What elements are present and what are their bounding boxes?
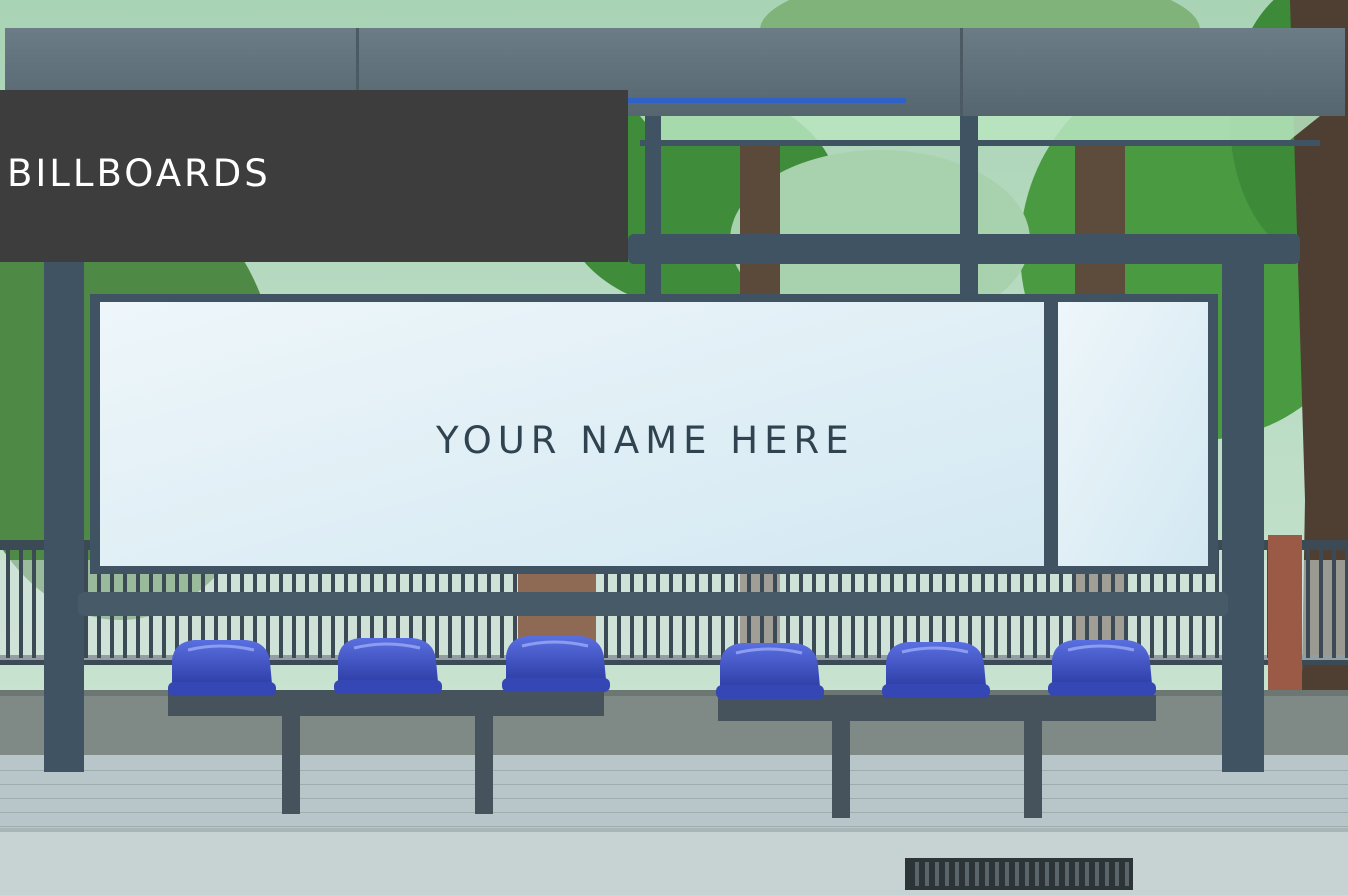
bench-leg xyxy=(475,706,493,814)
blue-seat xyxy=(168,640,276,696)
shelter-post xyxy=(1222,262,1264,772)
paver-line xyxy=(0,784,1348,785)
curb xyxy=(0,828,1348,895)
bench-leg xyxy=(282,706,300,814)
grate-slat xyxy=(1075,862,1079,886)
grate-slat xyxy=(1095,862,1099,886)
grate-slat xyxy=(1065,862,1069,886)
blue-seat xyxy=(334,638,442,694)
lower-rail xyxy=(78,592,1228,616)
grate-slat xyxy=(985,862,989,886)
bus-stop-photo: BILLBOARDS YOUR NAME HERE xyxy=(0,0,1348,895)
paver-line xyxy=(0,812,1348,813)
blue-seat xyxy=(882,642,990,698)
billboard-text: YOUR NAME HERE xyxy=(436,419,855,462)
grate-slat xyxy=(1115,862,1119,886)
grate-slat xyxy=(955,862,959,886)
grate-slat xyxy=(965,862,969,886)
blue-seat xyxy=(716,643,824,699)
blue-seat xyxy=(502,636,610,692)
grate-slat xyxy=(1015,862,1019,886)
upper-rail xyxy=(628,234,1300,264)
grate-slat xyxy=(1105,862,1109,886)
grate-slat xyxy=(975,862,979,886)
shelter-post xyxy=(44,262,84,772)
bench-leg xyxy=(832,712,850,818)
grate-slat xyxy=(915,862,919,886)
grate-slat xyxy=(995,862,999,886)
grate-slat xyxy=(945,862,949,886)
grate-slat xyxy=(1125,862,1129,886)
grate-slat xyxy=(1025,862,1029,886)
roof-glass xyxy=(640,116,1320,140)
page-title: BILLBOARDS xyxy=(7,152,271,195)
fence-bar xyxy=(1332,548,1336,658)
fence-bar xyxy=(19,548,23,658)
blue-seat xyxy=(1048,640,1156,696)
pavement xyxy=(0,755,1348,835)
bench-leg xyxy=(1024,712,1042,818)
billboard-side-panel xyxy=(1058,302,1208,566)
paver-line xyxy=(0,826,1348,827)
grate-slat xyxy=(925,862,929,886)
grate-slat xyxy=(1035,862,1039,886)
grate-slat xyxy=(935,862,939,886)
grate-slat xyxy=(1045,862,1049,886)
paver-line xyxy=(0,798,1348,799)
fence-bar xyxy=(6,548,10,658)
roof-light-strip xyxy=(628,98,906,103)
grate-slat xyxy=(1085,862,1089,886)
fence-bar xyxy=(32,548,36,658)
grate-slat xyxy=(1055,862,1059,886)
paver-line xyxy=(0,770,1348,771)
fence-bar xyxy=(1319,548,1323,658)
fence-bar xyxy=(1306,548,1310,658)
grate-slat xyxy=(1005,862,1009,886)
